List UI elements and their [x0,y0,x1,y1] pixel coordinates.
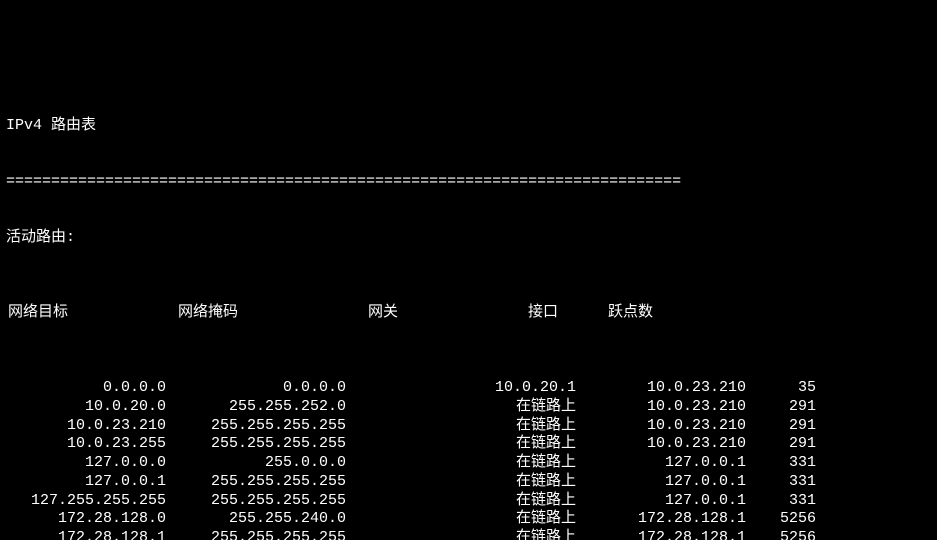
route-gateway: 在链路上 [346,454,576,473]
route-dest: 127.0.0.0 [6,454,166,473]
route-metric: 5256 [746,510,816,529]
route-dest: 127.0.0.1 [6,473,166,492]
route-row: 10.0.23.255255.255.255.255在链路上10.0.23.21… [6,435,931,454]
route-mask: 0.0.0.0 [166,379,346,398]
route-interface: 127.0.0.1 [576,454,746,473]
route-mask: 255.255.255.255 [166,417,346,436]
route-interface: 172.28.128.1 [576,510,746,529]
route-mask: 255.255.255.255 [166,529,346,540]
route-gateway: 在链路上 [346,492,576,511]
route-metric: 331 [746,454,816,473]
route-row: 127.0.0.0255.0.0.0在链路上127.0.0.1331 [6,454,931,473]
route-row: 127.255.255.255255.255.255.255在链路上127.0.… [6,492,931,511]
route-gateway: 10.0.20.1 [346,379,576,398]
route-table-body: 0.0.0.00.0.0.010.0.20.110.0.23.2103510.0… [6,379,931,540]
route-mask: 255.255.252.0 [166,398,346,417]
header-iface: 接口 [528,304,608,323]
route-row: 10.0.20.0255.255.252.0在链路上10.0.23.210291 [6,398,931,417]
route-interface: 172.28.128.1 [576,529,746,540]
route-dest: 127.255.255.255 [6,492,166,511]
route-interface: 10.0.23.210 [576,379,746,398]
ipv4-title: IPv4 路由表 [6,117,931,136]
route-mask: 255.255.255.255 [166,492,346,511]
route-dest: 172.28.128.0 [6,510,166,529]
route-row: 172.28.128.0255.255.240.0在链路上172.28.128.… [6,510,931,529]
route-dest: 10.0.23.255 [6,435,166,454]
route-metric: 291 [746,417,816,436]
route-metric: 5256 [746,529,816,540]
route-interface: 127.0.0.1 [576,473,746,492]
header-gateway: 网关 [338,304,528,323]
route-interface: 10.0.23.210 [576,435,746,454]
route-metric: 35 [746,379,816,398]
route-row: 127.0.0.1255.255.255.255在链路上127.0.0.1331 [6,473,931,492]
route-interface: 10.0.23.210 [576,398,746,417]
header-metric: 跃点数 [608,304,688,323]
route-header-row: 网络目标 网络掩码 网关 接口 跃点数 [6,304,931,323]
header-mask: 网络掩码 [98,304,338,323]
separator-line: ========================================… [6,173,836,192]
route-metric: 331 [746,492,816,511]
route-row: 172.28.128.1255.255.255.255在链路上172.28.12… [6,529,931,540]
route-dest: 0.0.0.0 [6,379,166,398]
route-gateway: 在链路上 [346,510,576,529]
route-gateway: 在链路上 [346,529,576,540]
route-gateway: 在链路上 [346,435,576,454]
route-mask: 255.255.255.255 [166,435,346,454]
route-dest: 10.0.20.0 [6,398,166,417]
route-metric: 291 [746,435,816,454]
route-dest: 172.28.128.1 [6,529,166,540]
route-gateway: 在链路上 [346,417,576,436]
route-dest: 10.0.23.210 [6,417,166,436]
route-mask: 255.255.255.255 [166,473,346,492]
active-routes-label: 活动路由: [6,229,931,248]
route-gateway: 在链路上 [346,398,576,417]
route-gateway: 在链路上 [346,473,576,492]
route-mask: 255.255.240.0 [166,510,346,529]
route-interface: 127.0.0.1 [576,492,746,511]
route-row: 0.0.0.00.0.0.010.0.20.110.0.23.21035 [6,379,931,398]
route-mask: 255.0.0.0 [166,454,346,473]
route-row: 10.0.23.210255.255.255.255在链路上10.0.23.21… [6,417,931,436]
terminal-output: IPv4 路由表 ===============================… [0,75,937,540]
route-metric: 331 [746,473,816,492]
route-metric: 291 [746,398,816,417]
header-dest: 网络目标 [6,304,98,323]
route-interface: 10.0.23.210 [576,417,746,436]
